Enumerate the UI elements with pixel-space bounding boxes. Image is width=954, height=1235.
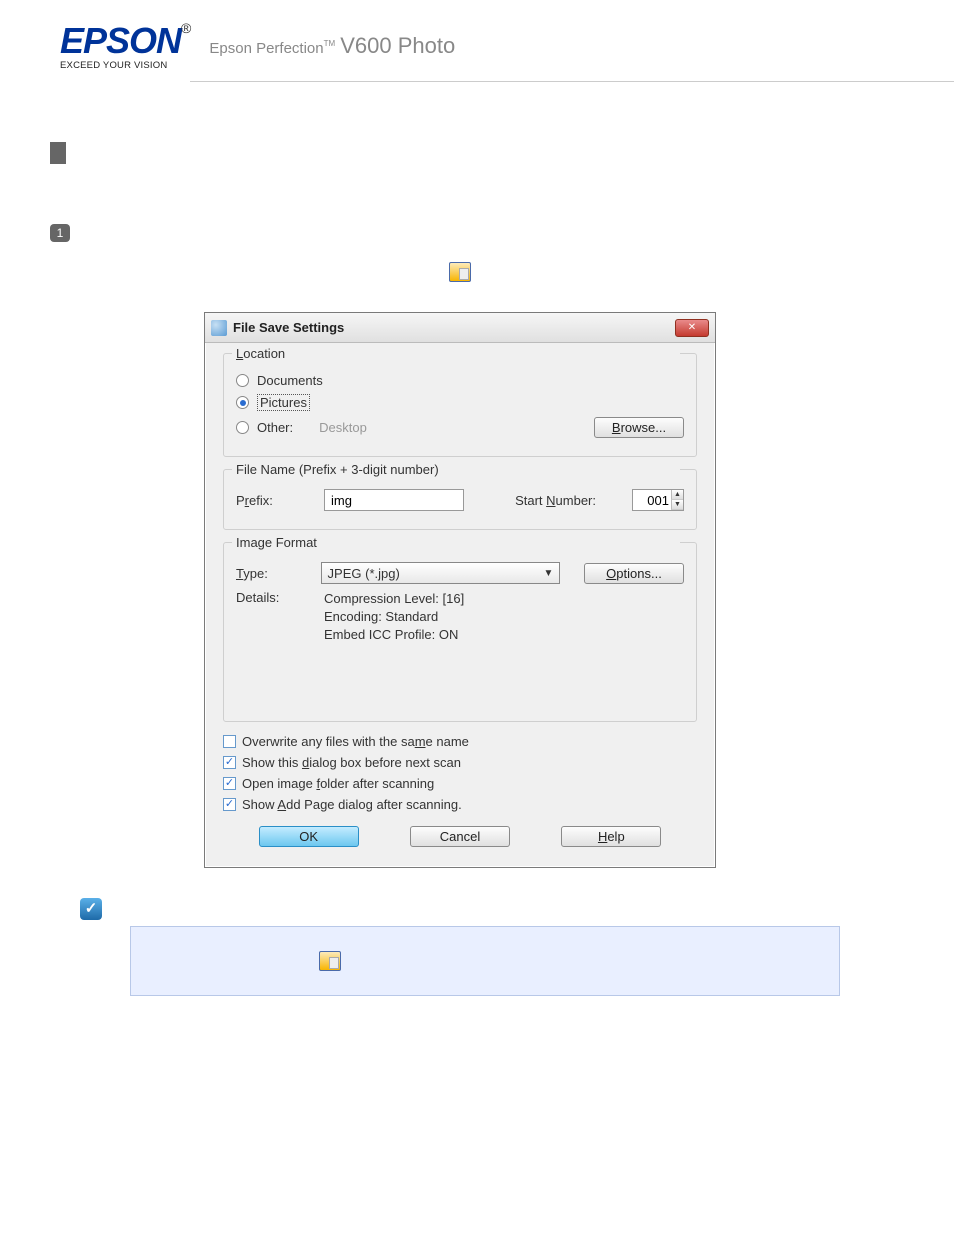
- detail-icc: Embed ICC Profile: ON: [324, 626, 464, 644]
- section-bullet: [50, 142, 66, 164]
- dialog-titlebar: File Save Settings ✕: [205, 313, 715, 343]
- start-number-spinner[interactable]: ▲▼: [632, 489, 684, 511]
- image-format-group: Image Format Type: JPEG (*.jpg) ▼ Option…: [223, 542, 697, 722]
- check-openfolder-label: Open image folder after scanning: [242, 776, 434, 791]
- image-format-legend: Image Format: [232, 535, 680, 550]
- file-save-settings-icon: [449, 262, 471, 282]
- radio-documents-label: Documents: [257, 373, 323, 388]
- check-overwrite[interactable]: [223, 735, 236, 748]
- brand-logo: EPSON® EXCEED YOUR VISION: [60, 20, 191, 71]
- step-number-badge: 1: [50, 224, 70, 242]
- prefix-input[interactable]: [324, 489, 464, 511]
- dialog-title: File Save Settings: [233, 320, 675, 335]
- browse-button[interactable]: Browse...: [594, 417, 684, 438]
- brand-tagline: EXCEED YOUR VISION: [60, 60, 191, 71]
- detail-encoding: Encoding: Standard: [324, 608, 464, 626]
- type-value: JPEG (*.jpg): [328, 566, 400, 581]
- product-name: Epson PerfectionTM V600 Photo: [209, 33, 455, 59]
- file-save-settings-dialog: File Save Settings ✕ Location Documents …: [204, 312, 716, 868]
- brand-name: EPSON: [60, 20, 181, 61]
- cancel-button[interactable]: Cancel: [410, 826, 510, 847]
- type-label: Type:: [236, 566, 313, 581]
- note-box: [130, 926, 840, 996]
- filename-legend: File Name (Prefix + 3-digit number): [232, 462, 680, 477]
- options-button[interactable]: Options...: [584, 563, 684, 584]
- radio-other[interactable]: [236, 421, 249, 434]
- radio-pictures-label: Pictures: [257, 394, 310, 411]
- check-overwrite-label: Overwrite any files with the same name: [242, 734, 469, 749]
- file-save-settings-icon-note: [319, 951, 341, 971]
- note-icon: ✓: [80, 898, 102, 920]
- options-checklist: Overwrite any files with the same name S…: [223, 734, 697, 812]
- check-showdialog[interactable]: [223, 756, 236, 769]
- detail-compression: Compression Level: [16]: [324, 590, 464, 608]
- close-button[interactable]: ✕: [675, 319, 709, 337]
- page-header: EPSON® EXCEED YOUR VISION Epson Perfecti…: [190, 0, 954, 82]
- document-body: 1 File Save Settings ✕ Location Document…: [0, 82, 920, 1066]
- details-label: Details:: [236, 590, 316, 605]
- check-openfolder[interactable]: [223, 777, 236, 790]
- check-addpage[interactable]: [223, 798, 236, 811]
- other-path-value: Desktop: [319, 420, 367, 435]
- start-number-label: Start Number:: [515, 493, 596, 508]
- dialog-actions: OK Cancel Help: [223, 826, 697, 853]
- radio-other-label: Other:: [257, 420, 293, 435]
- registered-mark: ®: [181, 20, 191, 36]
- filename-group: File Name (Prefix + 3-digit number) Pref…: [223, 469, 697, 530]
- dialog-icon: [211, 320, 227, 336]
- radio-documents[interactable]: [236, 374, 249, 387]
- check-addpage-label: Show Add Page dialog after scanning.: [242, 797, 462, 812]
- prefix-label: Prefix:: [236, 493, 316, 508]
- chevron-down-icon: ▼: [543, 568, 553, 579]
- ok-button[interactable]: OK: [259, 826, 359, 847]
- radio-pictures[interactable]: [236, 396, 249, 409]
- check-showdialog-label: Show this dialog box before next scan: [242, 755, 461, 770]
- spin-up-icon[interactable]: ▲: [671, 490, 683, 500]
- type-select[interactable]: JPEG (*.jpg) ▼: [321, 562, 561, 584]
- spin-down-icon[interactable]: ▼: [671, 500, 683, 510]
- location-group: Location Documents Pictures Other:: [223, 353, 697, 457]
- help-button[interactable]: Help: [561, 826, 661, 847]
